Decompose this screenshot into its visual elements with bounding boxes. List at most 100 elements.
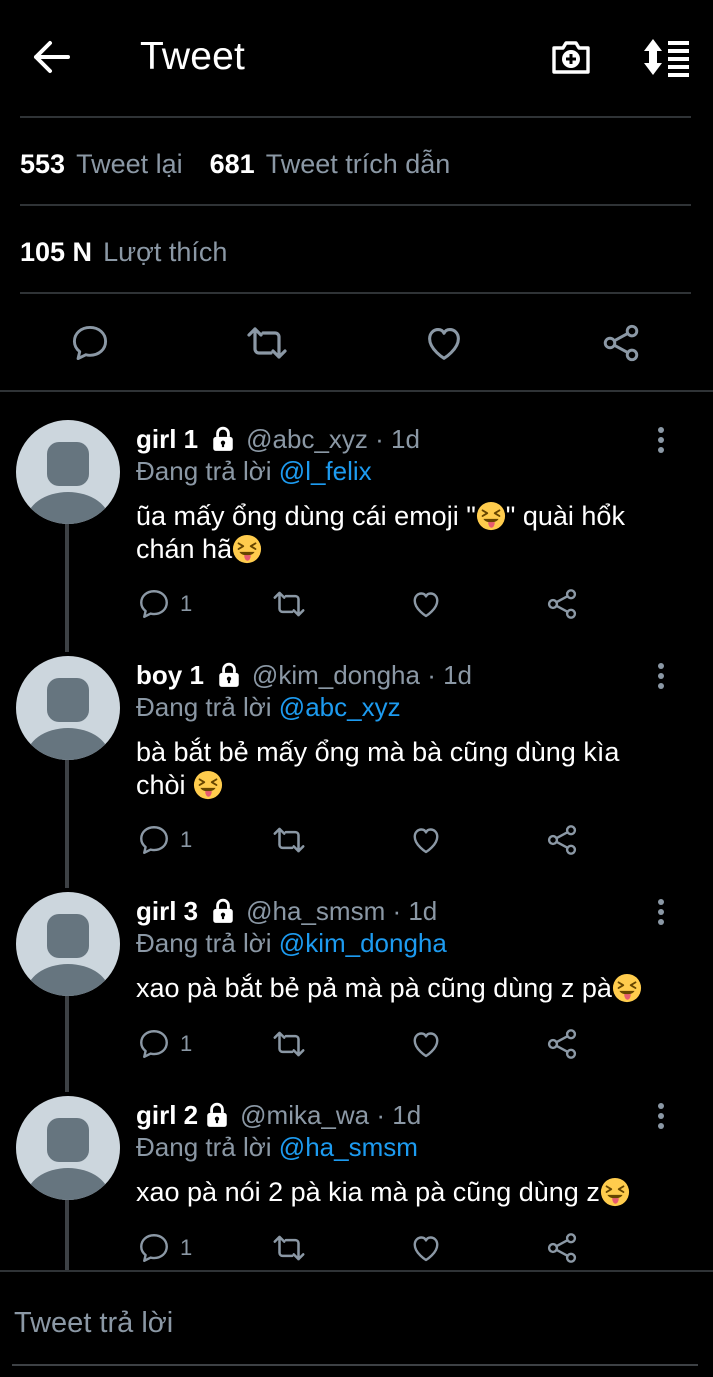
squinting-tongue-emoji-icon — [476, 501, 506, 531]
replying-label: Đang trả lời — [136, 928, 272, 958]
share-button[interactable] — [544, 1228, 580, 1268]
text-line: " quài hổk — [505, 501, 625, 531]
reply-button[interactable]: 1 — [136, 1228, 192, 1268]
handle-time: @abc_xyz · 1d — [246, 424, 420, 454]
reply-actions: 1 — [136, 1228, 596, 1268]
avatar[interactable] — [16, 1096, 120, 1200]
tweet-meta: boy 1 @kim_dongha · 1d — [136, 658, 472, 692]
like-button[interactable] — [408, 584, 444, 624]
retweet-icon — [243, 319, 291, 367]
tweet-meta: girl 2 @mika_wa · 1d — [136, 1098, 421, 1132]
sort-button[interactable] — [638, 32, 694, 82]
section-divider — [0, 390, 713, 392]
share-icon — [544, 1026, 580, 1062]
text-line: xao pà bắt bẻ pả mà pà cũng dùng z pà — [136, 973, 612, 1003]
retweets-stat[interactable]: 553 Tweet lại — [20, 149, 210, 180]
reply-actions: 1 — [136, 820, 596, 860]
replying-to: Đang trả lời @l_felix — [136, 454, 372, 488]
retweet-button[interactable] — [270, 820, 308, 860]
lock-icon — [216, 661, 242, 689]
mention-link[interactable]: @ha_smsm — [279, 1132, 418, 1162]
handle-time: @kim_dongha · 1d — [251, 660, 472, 690]
like-icon — [408, 1230, 444, 1266]
more-options-button[interactable] — [648, 1096, 674, 1136]
replying-to: Đang trả lời @kim_dongha — [136, 926, 447, 960]
share-button[interactable] — [544, 584, 580, 624]
tweet-text: bà bắt bẻ mấy ổng mà bà cũng dùng kìa ch… — [136, 736, 676, 802]
retweet-icon — [270, 821, 308, 859]
reply-icon — [68, 321, 112, 365]
replying-label: Đang trả lời — [136, 1132, 272, 1162]
sort-list-icon — [644, 39, 689, 77]
share-icon — [544, 586, 580, 622]
reply-tweet[interactable]: girl 3 @ha_smsm · 1d Đang trả lời @kim_d… — [0, 890, 713, 1080]
lock-icon — [210, 897, 236, 925]
squinting-tongue-emoji-icon — [612, 973, 642, 1003]
text-line: ũa mấy ổng dùng cái emoji " — [136, 501, 476, 531]
mention-link[interactable]: @abc_xyz — [279, 692, 401, 722]
arrow-left-icon — [34, 41, 70, 73]
back-button[interactable] — [28, 34, 74, 80]
text-line: chòi — [136, 770, 194, 800]
share-button[interactable] — [544, 1024, 580, 1064]
avatar[interactable] — [16, 656, 120, 760]
quotes-stat[interactable]: 681 Tweet trích dẫn — [210, 149, 478, 180]
divider — [20, 116, 691, 118]
like-button[interactable] — [408, 1228, 444, 1268]
reply-button[interactable]: 1 — [136, 820, 192, 860]
reply-icon — [136, 822, 172, 858]
like-button[interactable] — [408, 1024, 444, 1064]
retweet-stats-row: 553 Tweet lại 681 Tweet trích dẫn — [20, 144, 477, 184]
replying-label: Đang trả lời — [136, 692, 272, 722]
camera-plus-icon — [552, 41, 590, 74]
display-name[interactable]: girl 2 — [136, 1098, 198, 1132]
share-button[interactable] — [544, 820, 580, 860]
reply-tweet[interactable]: girl 2 @mika_wa · 1d Đang trả lời @ha_sm… — [0, 1094, 713, 1270]
share-button[interactable] — [597, 319, 645, 367]
reply-button[interactable]: 1 — [136, 1024, 192, 1064]
replying-to: Đang trả lời @ha_smsm — [136, 1130, 418, 1164]
more-options-button[interactable] — [648, 656, 674, 696]
reply-input[interactable] — [12, 1300, 702, 1346]
reply-button[interactable]: 1 — [136, 584, 192, 624]
reply-count: 1 — [180, 591, 193, 616]
quotes-label: Tweet trích dẫn — [265, 148, 451, 179]
likes-count: 105 N — [20, 236, 93, 267]
handle-time: @ha_smsm · 1d — [246, 896, 438, 926]
like-button[interactable] — [408, 820, 444, 860]
reply-tweet[interactable]: girl 1 @abc_xyz · 1d Đang trả lời @l_fel… — [0, 418, 713, 638]
tweet-text: xao pà nói 2 pà kia mà pà cũng dùng z — [136, 1176, 696, 1209]
share-icon — [544, 1230, 580, 1266]
reply-actions: 1 — [136, 1024, 596, 1064]
text-line: xao pà nói 2 pà kia mà pà cũng dùng z — [136, 1177, 600, 1207]
input-underline — [12, 1364, 698, 1366]
camera-button[interactable] — [546, 34, 596, 80]
like-icon — [421, 320, 467, 366]
more-options-button[interactable] — [648, 420, 674, 460]
like-button[interactable] — [420, 319, 468, 367]
likes-stat[interactable]: 105 N Lượt thích — [20, 237, 254, 268]
reply-icon — [136, 586, 172, 622]
display-name[interactable]: girl 1 — [136, 422, 198, 456]
reply-compose-bar — [0, 1270, 713, 1377]
share-icon — [599, 321, 643, 365]
mention-link[interactable]: @l_felix — [279, 456, 372, 486]
retweet-button[interactable] — [270, 1024, 308, 1064]
avatar[interactable] — [16, 892, 120, 996]
replying-to: Đang trả lời @abc_xyz — [136, 690, 401, 724]
retweet-button[interactable] — [270, 1228, 308, 1268]
more-options-button[interactable] — [648, 892, 674, 932]
reply-count: 1 — [180, 1235, 193, 1260]
mention-link[interactable]: @kim_dongha — [279, 928, 447, 958]
retweet-button[interactable] — [270, 584, 308, 624]
display-name[interactable]: boy 1 — [136, 658, 204, 692]
tweet-text: xao pà bắt bẻ pả mà pà cũng dùng z pà — [136, 972, 696, 1005]
squinting-tongue-emoji-icon — [232, 534, 262, 564]
display-name[interactable]: girl 3 — [136, 894, 198, 928]
avatar[interactable] — [16, 420, 120, 524]
tweet-action-bar — [0, 295, 713, 390]
like-icon — [408, 1026, 444, 1062]
retweet-button[interactable] — [243, 319, 291, 367]
reply-button[interactable] — [66, 319, 114, 367]
reply-tweet[interactable]: boy 1 @kim_dongha · 1d Đang trả lời @abc… — [0, 654, 713, 874]
